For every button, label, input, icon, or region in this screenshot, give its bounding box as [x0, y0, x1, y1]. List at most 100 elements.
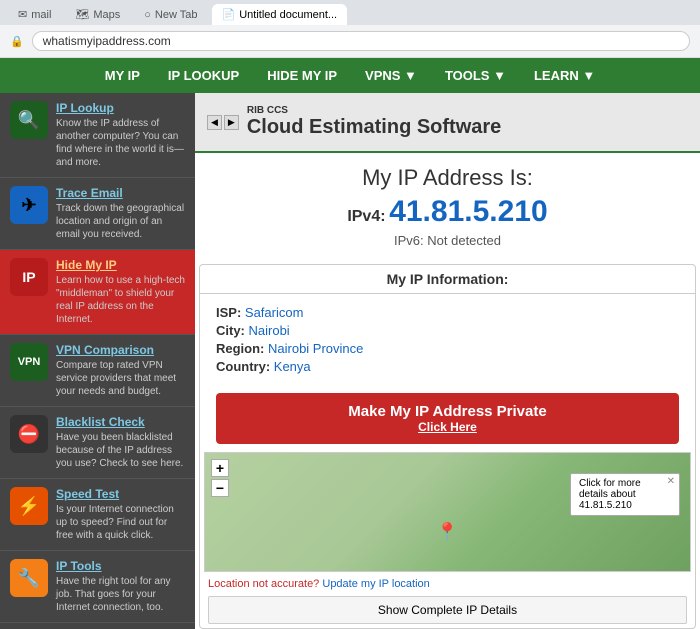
tab-maps[interactable]: 🗺 Maps — [65, 4, 130, 25]
speedtest-text: Speed Test Is your Internet connection u… — [56, 487, 185, 542]
ipv6-line: IPv6: Not detected — [211, 233, 684, 248]
map-tooltip-text: Click for more details about 41.81.5.210 — [579, 478, 641, 511]
maps-icon: 🗺 — [75, 8, 89, 21]
sidebar-item-iplookup[interactable]: 🔍 IP Lookup Know the IP address of anoth… — [0, 93, 195, 178]
ad-main: Cloud Estimating Software — [247, 116, 501, 139]
blacklist-title: Blacklist Check — [56, 415, 185, 429]
content-area: ◀ ▶ RIB CCS Cloud Estimating Software My… — [195, 93, 700, 629]
ipv4-label: IPv4: — [347, 208, 385, 225]
traceemail-icon: ✈ — [10, 186, 48, 224]
city-label: City: — [216, 323, 249, 338]
sidebar-item-hidemyip[interactable]: IP Hide My IP Learn how to use a high-te… — [0, 250, 195, 335]
mail-icon: ✉ — [18, 8, 27, 21]
iptools-title: IP Tools — [56, 559, 185, 573]
blacklist-text: Blacklist Check Have you been blackliste… — [56, 415, 185, 470]
hidemyip-icon: IP — [10, 258, 48, 296]
region-label: Region: — [216, 341, 268, 356]
location-warn: Location not accurate? Update my IP loca… — [200, 576, 695, 592]
info-box-header: My IP Information: — [200, 265, 695, 294]
info-box: My IP Information: ISP: Safaricom City: … — [199, 264, 696, 629]
sidebar-item-blacklist[interactable]: ⛔ Blacklist Check Have you been blacklis… — [0, 407, 195, 479]
sidebar-item-iptools[interactable]: 🔧 IP Tools Have the right tool for any j… — [0, 551, 195, 623]
nav-myip[interactable]: MY IP — [91, 58, 154, 93]
info-rows: ISP: Safaricom City: Nairobi Region: Nai… — [200, 294, 695, 385]
ad-banner: ◀ ▶ RIB CCS Cloud Estimating Software — [195, 93, 700, 153]
info-row-region: Region: Nairobi Province — [216, 341, 679, 356]
nav-tools[interactable]: TOOLS ▼ — [431, 58, 520, 93]
ipv4-address: 41.81.5.210 — [389, 195, 547, 228]
sidebar-item-speedtest[interactable]: ⚡ Speed Test Is your Internet connection… — [0, 479, 195, 551]
vpn-text: VPN Comparison Compare top rated VPN ser… — [56, 343, 185, 398]
cta-button[interactable]: Make My IP Address Private Click Here — [216, 393, 679, 444]
ad-content: RIB CCS Cloud Estimating Software — [247, 105, 501, 139]
hidemyip-title: Hide My IP — [56, 258, 185, 272]
sidebar: 🔍 IP Lookup Know the IP address of anoth… — [0, 93, 195, 629]
hidemyip-text: Hide My IP Learn how to use a high-tech … — [56, 258, 185, 326]
nav-learn[interactable]: LEARN ▼ — [520, 58, 609, 93]
map-zoom-in-btn[interactable]: + — [211, 459, 229, 477]
tab-maps-label: Maps — [93, 9, 120, 21]
ipv6-value: Not detected — [427, 233, 501, 248]
nav-hidemyip[interactable]: HIDE MY IP — [253, 58, 351, 93]
speedtest-desc: Is your Internet connection up to speed?… — [56, 503, 185, 542]
isp-label: ISP: — [216, 305, 245, 320]
map-bg: + − 📍 ✕ Click for more details about 41.… — [205, 453, 690, 571]
url-bar[interactable]: whatismyipaddress.com — [32, 31, 690, 51]
ip-address-line: IPv4: 41.81.5.210 — [211, 195, 684, 229]
sidebar-item-traceemail[interactable]: ✈ Trace Email Track down the geographica… — [0, 178, 195, 250]
map-credit: Leaflet | © OpenStreetMap Terms — [205, 571, 690, 572]
map-zoom-out-btn[interactable]: − — [211, 479, 229, 497]
tab-mail-label: mail — [31, 9, 51, 21]
doc-icon: 📄 — [222, 8, 236, 21]
iplookup-text: IP Lookup Know the IP address of another… — [56, 101, 185, 169]
country-value: Kenya — [274, 359, 311, 374]
ad-prev-btn[interactable]: ◀ — [207, 115, 222, 130]
cta-main-text: Make My IP Address Private — [348, 403, 546, 420]
tabs-bar: ✉ mail 🗺 Maps ○ New Tab 📄 Untitled docum… — [0, 0, 700, 25]
city-value: Nairobi — [249, 323, 290, 338]
nav-vpns[interactable]: VPNS ▼ — [351, 58, 431, 93]
update-location-link[interactable]: Update my IP location — [322, 578, 429, 590]
main-layout: 🔍 IP Lookup Know the IP address of anoth… — [0, 93, 700, 629]
ad-next-btn[interactable]: ▶ — [224, 115, 239, 130]
map-container: + − 📍 ✕ Click for more details about 41.… — [204, 452, 691, 572]
iptools-text: IP Tools Have the right tool for any job… — [56, 559, 185, 614]
iptools-icon: 🔧 — [10, 559, 48, 597]
info-row-city: City: Nairobi — [216, 323, 679, 338]
tab-doc-label: Untitled document... — [239, 9, 337, 21]
ipv6-label: IPv6: — [394, 233, 424, 248]
lock-icon: 🔒 — [10, 35, 24, 48]
traceemail-text: Trace Email Track down the geographical … — [56, 186, 185, 241]
ip-title: My IP Address Is: — [211, 165, 684, 191]
tab-newtab-label: New Tab — [155, 9, 198, 21]
hidemyip-desc: Learn how to use a high-tech "middleman"… — [56, 274, 185, 326]
info-row-country: Country: Kenya — [216, 359, 679, 374]
map-tooltip-close[interactable]: ✕ — [667, 476, 675, 487]
ip-section: My IP Address Is: IPv4: 41.81.5.210 IPv6… — [195, 153, 700, 264]
location-warn-text: Location not accurate? — [208, 578, 319, 590]
tab-mail[interactable]: ✉ mail — [8, 4, 61, 25]
speedtest-title: Speed Test — [56, 487, 185, 501]
traceemail-title: Trace Email — [56, 186, 185, 200]
nav-iplookup[interactable]: IP LOOKUP — [154, 58, 253, 93]
tab-doc[interactable]: 📄 Untitled document... — [212, 4, 348, 25]
iplookup-title: IP Lookup — [56, 101, 185, 115]
info-row-isp: ISP: Safaricom — [216, 305, 679, 320]
traceemail-desc: Track down the geographical location and… — [56, 202, 185, 241]
vpn-icon: VPN — [10, 343, 48, 381]
region-value: Nairobi Province — [268, 341, 363, 356]
map-tooltip: ✕ Click for more details about 41.81.5.2… — [570, 473, 680, 516]
iplookup-icon: 🔍 — [10, 101, 48, 139]
map-pin: 📍 — [436, 522, 458, 543]
tab-newtab[interactable]: ○ New Tab — [134, 5, 207, 25]
newtab-icon: ○ — [144, 9, 151, 21]
sidebar-item-vpn[interactable]: VPN VPN Comparison Compare top rated VPN… — [0, 335, 195, 407]
iplookup-desc: Know the IP address of another computer?… — [56, 117, 185, 169]
speedtest-icon: ⚡ — [10, 487, 48, 525]
iptools-desc: Have the right tool for any job. That go… — [56, 575, 185, 614]
blacklist-icon: ⛔ — [10, 415, 48, 453]
isp-value: Safaricom — [245, 305, 304, 320]
browser-bar: 🔒 whatismyipaddress.com — [0, 25, 700, 58]
show-details-button[interactable]: Show Complete IP Details — [208, 596, 687, 624]
ad-nav-btns: ◀ ▶ — [207, 115, 239, 130]
